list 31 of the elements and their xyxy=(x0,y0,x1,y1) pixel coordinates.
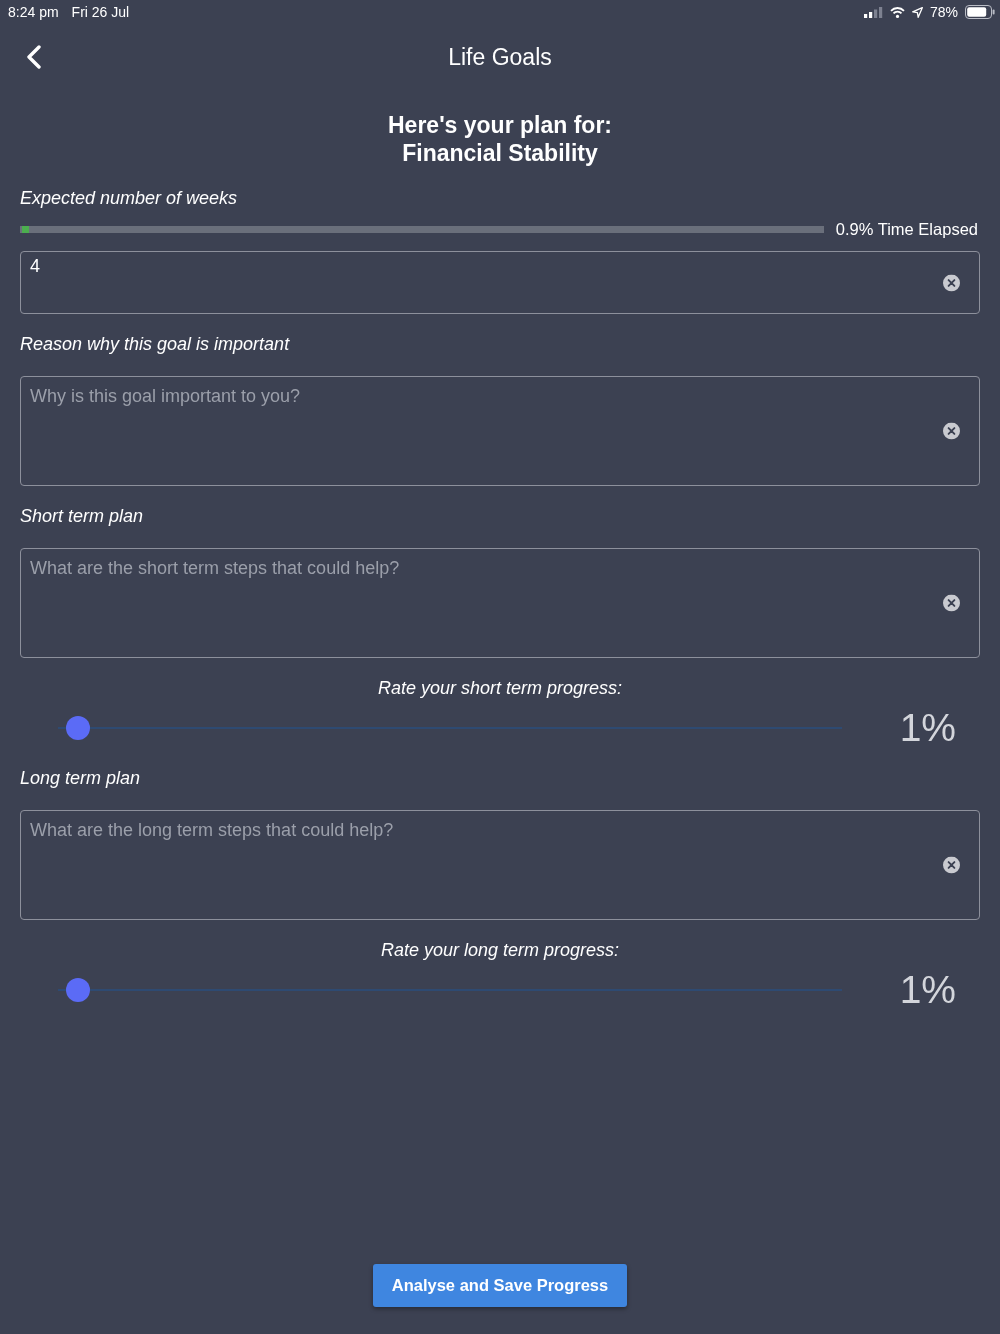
battery-percentage: 78% xyxy=(929,4,958,20)
plan-heading: Here's your plan for: xyxy=(388,111,612,139)
slider-thumb[interactable] xyxy=(65,716,90,740)
battery-icon xyxy=(965,5,995,19)
progress-percentage: 1% xyxy=(899,706,956,750)
rating-label: Rate your short term progress: xyxy=(377,677,623,700)
time-elapsed-label: 0.9% Time Elapsed xyxy=(835,219,978,239)
progress-percentage: 1% xyxy=(899,968,956,1012)
text-area-field[interactable]: Why is this goal important to you? xyxy=(20,376,980,486)
location-icon xyxy=(911,6,923,18)
screen-title: Life Goals xyxy=(448,43,552,71)
status-time: 8:24 pm xyxy=(8,4,59,20)
text-area-field[interactable]: What are the long term steps that could help? xyxy=(20,810,980,920)
status-date: Fri 26 Jul xyxy=(71,4,130,20)
clear-icon[interactable] xyxy=(943,274,960,291)
wifi-icon xyxy=(889,6,905,18)
clear-icon[interactable] xyxy=(943,422,960,440)
clear-icon[interactable] xyxy=(943,856,960,874)
slider-thumb[interactable] xyxy=(65,978,90,1002)
signal-icon xyxy=(863,6,883,18)
clear-icon[interactable] xyxy=(943,594,960,612)
field-label: Expected number of weeks xyxy=(20,187,238,210)
rating-label: Rate your long term progress: xyxy=(380,939,620,962)
text-area-field[interactable]: What are the short term steps that could help? xyxy=(20,548,980,658)
back-icon[interactable] xyxy=(26,45,42,69)
analyse-save-button[interactable]: Analyse and Save Progress xyxy=(372,1264,628,1307)
field-label: Long term plan xyxy=(20,767,141,790)
field-label: Reason why this goal is important xyxy=(20,333,290,356)
field-label: Short term plan xyxy=(20,505,144,528)
goal-name: Financial Stability xyxy=(402,139,598,167)
weeks-input-field[interactable]: 4 xyxy=(20,251,980,314)
